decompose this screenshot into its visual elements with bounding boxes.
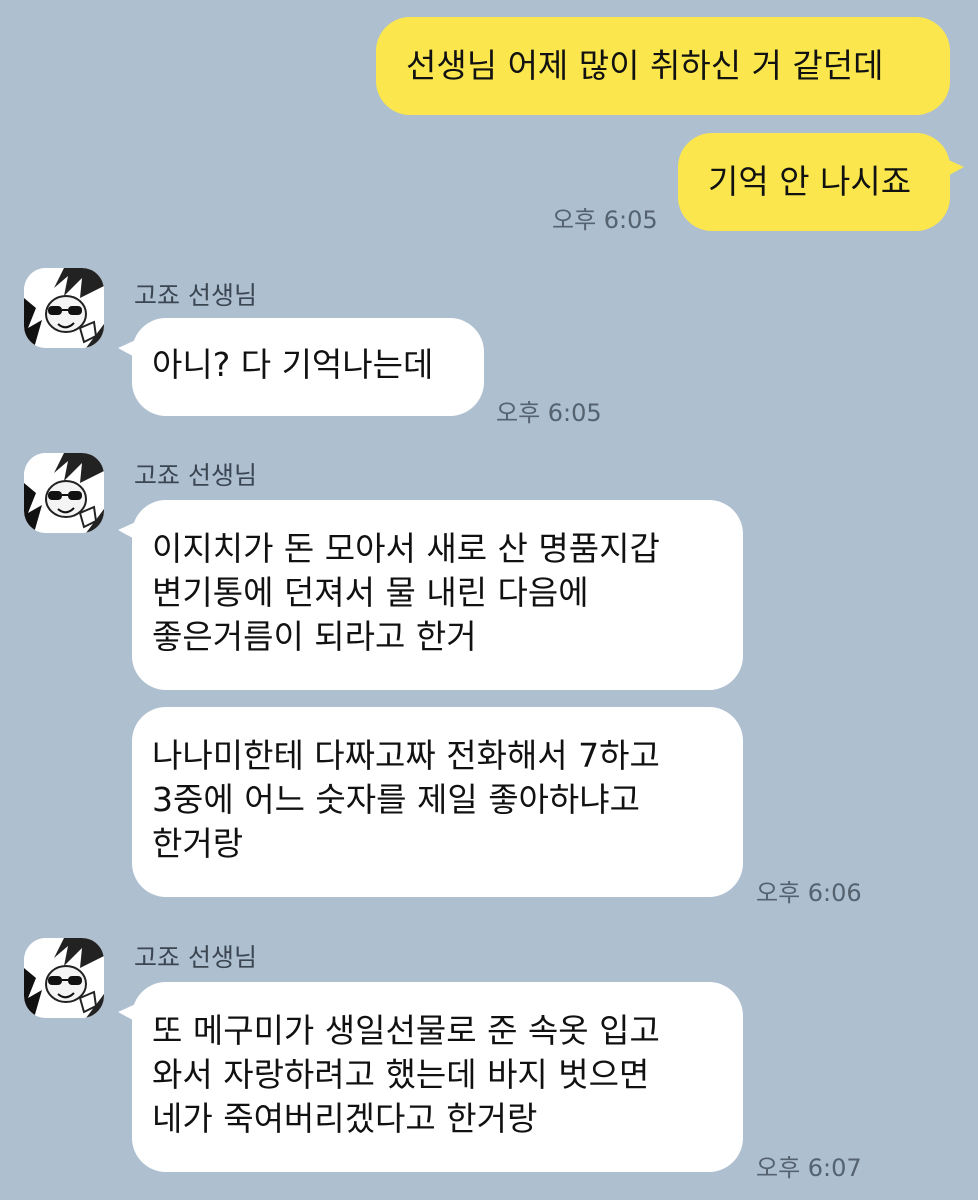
timestamp: 오후 6:05 xyxy=(496,399,602,427)
message-line: 한거랑 xyxy=(152,824,244,863)
timestamp: 오후 6:07 xyxy=(756,1154,862,1182)
message-text: 아니? 다 기억나는데 xyxy=(152,345,434,384)
incoming-message-2[interactable]: 이지치가 돈 모아서 새로 산 명품지갑 변기통에 던져서 물 내린 다음에 좋… xyxy=(118,500,743,690)
incoming-message-3[interactable]: 나나미한테 다짜고짜 전화해서 7하고 3중에 어느 숫자를 제일 좋아하냐고 … xyxy=(132,707,743,897)
timestamp: 오후 6:06 xyxy=(756,879,862,907)
message-line: 이지치가 돈 모아서 새로 산 명품지갑 xyxy=(152,529,660,568)
message-line: 나나미한테 다짜고짜 전화해서 7하고 xyxy=(152,736,660,775)
message-line: 와서 자랑하려고 했는데 바지 벗으면 xyxy=(152,1055,650,1094)
profile-avatar-icon[interactable] xyxy=(24,268,104,348)
message-line: 네가 죽여버리겠다고 한거랑 xyxy=(152,1099,538,1138)
sender-name: 고죠 선생님 xyxy=(134,943,257,972)
outgoing-message-2[interactable]: 기억 안 나시죠 xyxy=(678,133,964,231)
message-line: 3중에 어느 숫자를 제일 좋아하냐고 xyxy=(152,780,640,819)
message-line: 또 메구미가 생일선물로 준 속옷 입고 xyxy=(152,1011,660,1050)
profile-avatar-icon[interactable] xyxy=(24,938,104,1018)
sender-name: 고죠 선생님 xyxy=(134,281,257,310)
message-line: 변기통에 던져서 물 내린 다음에 xyxy=(152,573,589,612)
message-text: 기억 안 나시죠 xyxy=(708,162,912,201)
profile-avatar-icon[interactable] xyxy=(24,453,104,533)
timestamp: 오후 6:05 xyxy=(552,206,658,234)
message-line: 좋은거름이 되라고 한거 xyxy=(152,617,477,656)
sender-name: 고죠 선생님 xyxy=(134,461,257,490)
incoming-message-4[interactable]: 또 메구미가 생일선물로 준 속옷 입고 와서 자랑하려고 했는데 바지 벗으면… xyxy=(118,982,743,1172)
message-text: 선생님 어제 많이 취하신 거 같던데 xyxy=(406,46,884,85)
incoming-message-1[interactable]: 아니? 다 기억나는데 xyxy=(118,318,484,416)
outgoing-message-1[interactable]: 선생님 어제 많이 취하신 거 같던데 xyxy=(376,17,950,115)
